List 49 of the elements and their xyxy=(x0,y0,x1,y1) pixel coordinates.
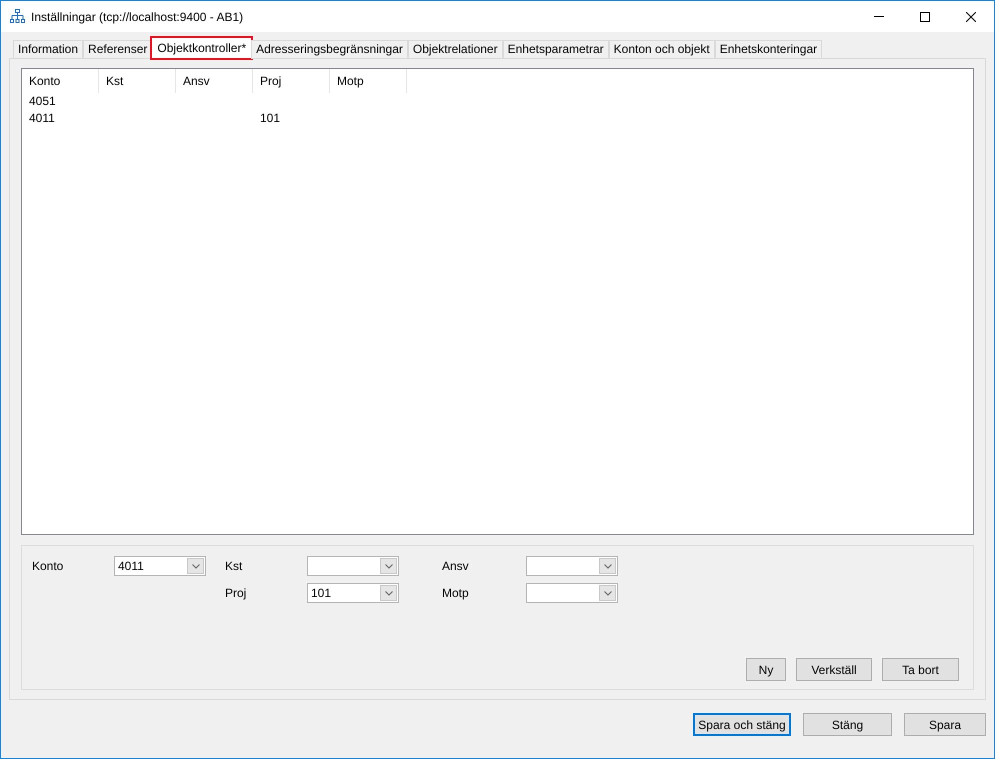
tab[interactable]: Konton och objekt xyxy=(608,40,715,59)
dialog-button[interactable]: Spara och stäng xyxy=(693,713,791,736)
tab[interactable]: Objektkontroller* xyxy=(151,37,252,59)
dropdown-value: 4011 xyxy=(117,558,145,575)
column-header[interactable]: Ansv xyxy=(176,69,253,93)
tab[interactable]: Enhetsparametrar xyxy=(502,40,609,59)
hierarchy-icon xyxy=(10,9,25,24)
dropdown-value: 101 xyxy=(310,585,332,602)
tab[interactable]: Information xyxy=(13,40,84,59)
tab[interactable]: Adresseringsbegränsningar xyxy=(251,40,408,59)
dialog-button[interactable]: Stäng xyxy=(803,713,892,736)
close-icon xyxy=(966,12,976,22)
chevron-down-icon xyxy=(604,590,612,596)
field-label: Konto xyxy=(32,558,64,575)
tab[interactable]: Objektrelationer xyxy=(408,40,503,59)
dropdown-button[interactable] xyxy=(187,558,204,574)
field-label: Kst xyxy=(225,558,244,575)
action-button[interactable]: Verkställ xyxy=(796,658,872,681)
dropdown-button[interactable] xyxy=(599,585,616,601)
chevron-down-icon xyxy=(384,590,392,596)
window-title: Inställningar (tcp://localhost:9400 - AB1) xyxy=(31,8,244,26)
tab[interactable]: Enhetskonteringar xyxy=(714,40,822,59)
column-header[interactable]: Kst xyxy=(99,69,176,93)
dropdown-field[interactable]: 101 xyxy=(307,583,399,603)
dropdown-button[interactable] xyxy=(599,558,616,574)
field-label: Ansv xyxy=(442,558,470,575)
dropdown-field[interactable] xyxy=(307,556,399,576)
dropdown-button[interactable] xyxy=(380,558,397,574)
dropdown-field[interactable] xyxy=(526,583,618,603)
dropdown-button[interactable] xyxy=(380,585,397,601)
table-cell: 101 xyxy=(260,111,280,125)
chevron-down-icon xyxy=(604,564,612,568)
column-header[interactable]: Proj xyxy=(253,69,330,93)
action-button[interactable]: Ta bort xyxy=(882,658,959,681)
table-cell: 4011 xyxy=(29,111,55,125)
field-label: Motp xyxy=(442,585,470,602)
chevron-down-icon xyxy=(192,564,200,568)
column-header[interactable]: Konto xyxy=(22,69,99,93)
action-button[interactable]: Ny xyxy=(746,658,786,681)
dropdown-field[interactable] xyxy=(526,556,618,576)
dialog-button[interactable]: Spara xyxy=(904,713,986,736)
chevron-down-icon xyxy=(384,564,392,568)
table-cell: 4051 xyxy=(29,94,56,108)
maximize-icon xyxy=(920,12,930,22)
minimize-icon xyxy=(874,16,884,17)
dropdown-field[interactable]: 4011 xyxy=(114,556,206,576)
tab[interactable]: Referenser xyxy=(83,40,152,59)
field-label: Proj xyxy=(225,585,248,602)
column-header[interactable]: Motp xyxy=(330,69,407,93)
